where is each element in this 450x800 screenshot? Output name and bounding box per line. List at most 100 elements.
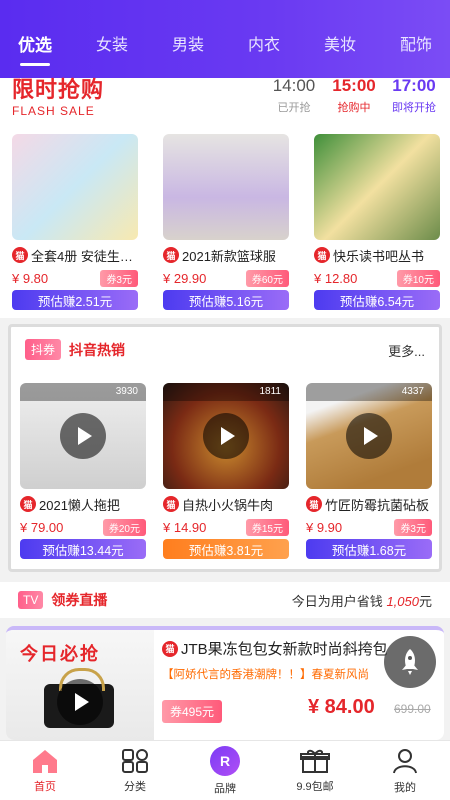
tab-label: 9.9包邮 [296, 780, 334, 793]
play-icon[interactable] [57, 679, 103, 725]
tmall-icon: 猫 [20, 496, 36, 512]
product-title-row: 猫 全套4册 安徒生童话 [12, 246, 138, 264]
live-thumbnail[interactable]: 今日必抢 [6, 630, 154, 740]
earn-button[interactable]: 预估赚3.81元 [163, 539, 289, 559]
product-price: ¥ 29.90 [163, 270, 207, 286]
coupon-badge[interactable]: 券20元 [102, 518, 146, 536]
play-icon[interactable] [60, 413, 106, 459]
timeslot-status: 已开抢 [277, 102, 311, 114]
coupon-badge[interactable]: 券3元 [394, 518, 432, 536]
tab-free-shipping[interactable]: 9.9包邮 [280, 748, 350, 794]
category-icon [122, 748, 148, 773]
timeslot-1700[interactable]: 17:00 即将开抢 [388, 76, 440, 115]
earn-button[interactable]: 预估赚6.54元 [314, 290, 440, 310]
product-price-row: ¥ 29.90 券60元 [163, 269, 289, 287]
user-icon [393, 748, 417, 773]
coupon-badge[interactable]: 券60元 [245, 269, 289, 287]
product-price: ¥ 14.90 [163, 519, 207, 535]
timeslot-time: 17:00 [392, 76, 436, 95]
thumb-label: 今日必抢 [20, 644, 100, 664]
timeslot-1400[interactable]: 14:00 已开抢 [268, 76, 320, 115]
video-thumbnail[interactable]: 1811 [163, 383, 289, 489]
view-count: 3930 [20, 383, 146, 401]
video-thumbnail[interactable]: 3930 [20, 383, 146, 489]
tab-home[interactable]: 首页 [10, 748, 80, 794]
product-price: ¥ 12.80 [314, 270, 358, 286]
live-header: TV 领券直播 今日为用户省钱 1,050元 [0, 582, 450, 618]
savings-text: 今日为用户省钱 1,050元 [292, 591, 432, 610]
product-title-row: 猫 快乐读书吧丛书 [314, 246, 440, 264]
home-icon [33, 749, 57, 773]
tab-brand[interactable]: R 品牌 [190, 745, 260, 796]
video-thumbnail[interactable]: 4337 [306, 383, 432, 489]
view-count: 1811 [163, 383, 289, 401]
tmall-icon: 猫 [12, 247, 28, 263]
flash-sale-logo-cn: 限时抢购 [12, 77, 105, 102]
product-title: 竹匠防霉抗菌砧板 [325, 497, 430, 513]
douyin-section: 抖券 抖音热销 更多... 3930 猫 2021懒人拖把 ¥ 79.00 券2… [8, 324, 442, 572]
product-card[interactable]: 猫 全套4册 安徒生童话 ¥ 9.80 券3元 预估赚2.51元 [12, 134, 138, 310]
product-card[interactable]: 猫 2021新款篮球服 ¥ 29.90 券60元 预估赚5.16元 [163, 134, 289, 310]
video-card[interactable]: 4337 猫 竹匠防霉抗菌砧板 ¥ 9.90 券3元 预估赚1.68元 [306, 383, 432, 559]
product-title-row: 猫 自热小火锅牛肉 [163, 495, 289, 513]
product-title: 2021懒人拖把 [39, 497, 120, 513]
product-image [163, 134, 289, 240]
video-card[interactable]: 1811 猫 自热小火锅牛肉 ¥ 14.90 券15元 预估赚3.81元 [163, 383, 289, 559]
douyin-title: 抖音热销 [69, 341, 126, 358]
tab-label: 品牌 [214, 782, 236, 795]
tab-mine[interactable]: 我的 [370, 747, 440, 795]
product-price: ¥ 9.80 [12, 270, 49, 286]
product-title-row: 猫 竹匠防霉抗菌砧板 [306, 495, 432, 513]
product-price-row: ¥ 79.00 券20元 [20, 518, 146, 536]
tmall-icon: 猫 [163, 247, 179, 263]
product-image [12, 134, 138, 240]
coupon-badge[interactable]: 券10元 [396, 269, 440, 287]
video-card[interactable]: 3930 猫 2021懒人拖把 ¥ 79.00 券20元 预估赚13.44元 [20, 383, 146, 559]
flash-sale-items: 猫 全套4册 安徒生童话 ¥ 9.80 券3元 预估赚2.51元 猫 2021新… [12, 134, 440, 310]
coupon-badge[interactable]: 券15元 [245, 518, 289, 536]
play-icon[interactable] [203, 413, 249, 459]
brand-icon: R [210, 745, 240, 776]
savings-prefix: 今日为用户省钱 [291, 593, 383, 609]
earn-button[interactable]: 预估赚1.68元 [306, 539, 432, 559]
product-title: 快乐读书吧丛书 [333, 248, 425, 264]
tab-category[interactable]: 分类 [100, 748, 170, 794]
douyin-items: 3930 猫 2021懒人拖把 ¥ 79.00 券20元 预估赚13.44元 1… [20, 383, 432, 559]
rocket-button[interactable] [384, 636, 436, 688]
coupon-badge[interactable]: 券495元 [162, 700, 223, 723]
earn-button[interactable]: 预估赚5.16元 [163, 290, 289, 310]
tv-icon: TV [18, 591, 44, 609]
timeslot-status: 即将开抢 [392, 102, 436, 114]
tab-label: 我的 [394, 781, 416, 794]
product-price-row: ¥ 9.90 券3元 [306, 518, 432, 536]
savings-amount: 1,050 [386, 593, 419, 609]
timeslot-time: 14:00 [272, 76, 316, 95]
product-price: ¥ 9.90 [306, 519, 343, 535]
flash-sale-section: 限时抢购 FLASH SALE 14:00 已开抢 15:00 抢购中 17:0… [0, 0, 450, 318]
gift-icon [300, 749, 330, 773]
tmall-icon: 猫 [306, 496, 322, 512]
tmall-icon: 猫 [162, 640, 178, 657]
product-image [314, 134, 440, 240]
rocket-icon [402, 649, 418, 675]
original-price: 699.00 [394, 702, 431, 716]
product-price-row: ¥ 14.90 券15元 [163, 518, 289, 536]
product-title: 全套4册 安徒生童话 [31, 248, 138, 264]
earn-button[interactable]: 预估赚2.51元 [12, 290, 138, 310]
product-card[interactable]: 猫 快乐读书吧丛书 ¥ 12.80 券10元 预估赚6.54元 [314, 134, 440, 310]
product-title: 2021新款篮球服 [182, 248, 276, 264]
earn-button[interactable]: 预估赚13.44元 [20, 539, 146, 559]
play-icon[interactable] [346, 413, 392, 459]
live-price: ¥ 84.00 [308, 696, 375, 718]
savings-unit: 元 [418, 593, 432, 609]
timeslot-status: 抢购中 [337, 102, 371, 114]
douyin-tag: 抖券 [25, 339, 62, 360]
coupon-badge[interactable]: 券3元 [100, 269, 138, 287]
product-title: 自热小火锅牛肉 [182, 497, 274, 513]
product-title-row: 猫 2021懒人拖把 [20, 495, 146, 513]
live-product-card[interactable]: 今日必抢 猫 JTB果冻包包女新款时尚斜挎包 【阿娇代言的香港潮牌！！】春夏新风… [6, 626, 444, 740]
more-link[interactable]: 更多... [388, 341, 425, 360]
tmall-icon: 猫 [163, 496, 179, 512]
timeslot-1500[interactable]: 15:00 抢购中 [328, 76, 380, 115]
tab-label: 首页 [34, 780, 56, 793]
